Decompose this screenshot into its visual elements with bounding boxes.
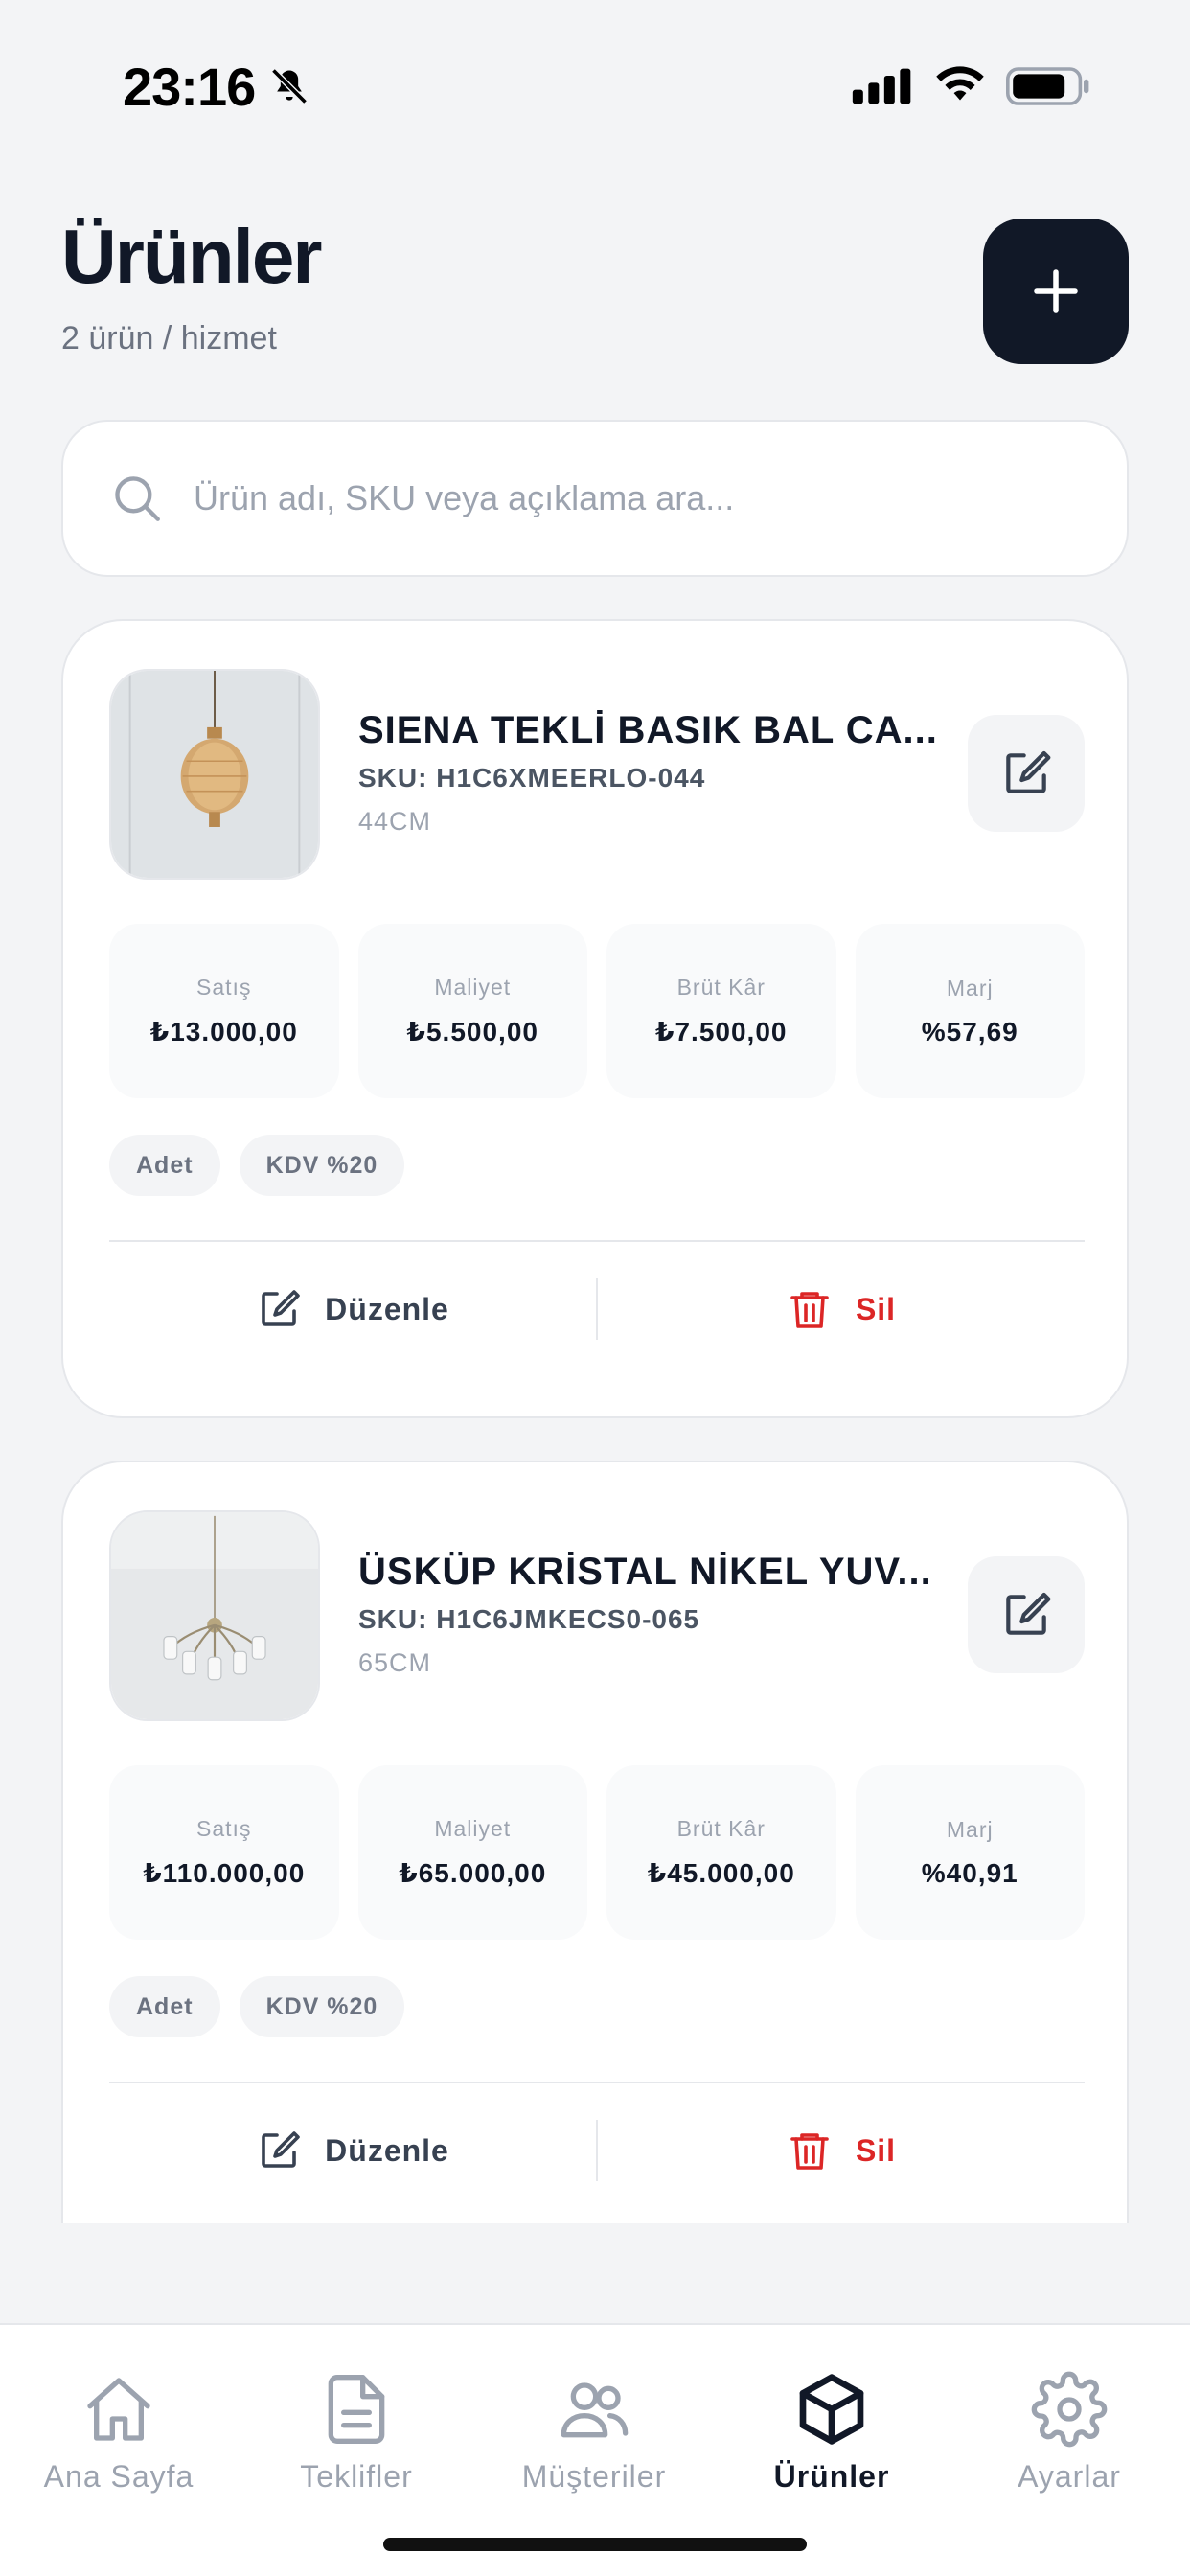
trash-icon xyxy=(790,2133,829,2170)
battery-icon xyxy=(1006,67,1089,105)
tab-home[interactable]: Ana Sayfa xyxy=(0,2371,238,2495)
product-count: 2 ürün / hizmet xyxy=(61,320,277,356)
product-stats: Satış ₺13.000,00 Maliyet ₺5.500,00 Brüt … xyxy=(109,924,1085,1098)
product-description: 44CM xyxy=(358,807,432,836)
edit-icon xyxy=(1006,1592,1051,1635)
tab-label: Ana Sayfa xyxy=(43,2459,195,2494)
tab-label: Ürünler xyxy=(773,2459,890,2494)
plus-icon xyxy=(1034,269,1078,313)
edit-icon xyxy=(1006,750,1051,794)
document-icon xyxy=(328,2375,385,2444)
tab-products[interactable]: Ürünler xyxy=(713,2371,950,2495)
stat-label: Marj xyxy=(946,975,994,1000)
tab-settings[interactable]: Ayarlar xyxy=(950,2371,1188,2495)
stat-gross-profit: Brüt Kâr ₺45.000,00 xyxy=(606,1765,836,1940)
stat-value: ₺45.000,00 xyxy=(647,1858,795,1888)
edit-icon xyxy=(262,2131,300,2168)
product-sku: SKU: H1C6XMEERLO-044 xyxy=(358,763,706,793)
stat-value: ₺5.500,00 xyxy=(406,1017,538,1046)
delete-button-label: Sil xyxy=(855,1291,897,1326)
home-indicator xyxy=(383,2538,807,2551)
product-card: SIENA TEKLİ BASIK BAL CA... SKU: H1C6XME… xyxy=(61,619,1129,1418)
unit-tag: Adet xyxy=(109,1135,220,1196)
stat-label: Maliyet xyxy=(434,1816,512,1841)
stat-margin: Marj %57,69 xyxy=(855,924,1085,1098)
signal-icon xyxy=(852,68,911,104)
product-tags: Adet KDV %20 xyxy=(109,1135,405,1196)
edit-button[interactable]: Düzenle xyxy=(109,1242,596,1376)
product-card: ÜSKÜP KRİSTAL NİKEL YUV... SKU: H1C6JMKE… xyxy=(61,1460,1129,2223)
product-tags: Adet KDV %20 xyxy=(109,1976,405,2037)
stat-sales: Satış ₺110.000,00 xyxy=(109,1765,339,1940)
stat-value: ₺7.500,00 xyxy=(655,1017,788,1046)
delete-button[interactable]: Sil xyxy=(598,2083,1085,2218)
edit-icon xyxy=(262,1290,300,1326)
stat-value: %57,69 xyxy=(921,1016,1018,1046)
page-title: Ürünler xyxy=(61,214,322,299)
delete-button-label: Sil xyxy=(855,2132,897,2168)
unit-tag: Adet xyxy=(109,1976,220,2037)
search-box[interactable] xyxy=(61,420,1129,577)
product-name: SIENA TEKLİ BASIK BAL CA... xyxy=(358,709,938,751)
gear-icon xyxy=(1031,2371,1108,2448)
stat-cost: Maliyet ₺65.000,00 xyxy=(357,1765,587,1940)
status-bar: 23:16 xyxy=(0,0,1190,144)
product-image xyxy=(109,669,320,880)
edit-product-icon-button[interactable] xyxy=(968,1556,1085,1673)
stat-label: Maliyet xyxy=(434,975,512,1000)
page-header: Ürünler 2 ürün / hizmet xyxy=(61,214,322,357)
product-name: ÜSKÜP KRİSTAL NİKEL YUV... xyxy=(358,1551,932,1593)
search-icon xyxy=(115,476,160,521)
tab-quotes[interactable]: Teklifler xyxy=(238,2371,475,2495)
product-description: 65CM xyxy=(358,1648,432,1677)
product-image xyxy=(109,1510,320,1721)
stat-sales: Satış ₺13.000,00 xyxy=(109,924,339,1098)
stat-label: Satış xyxy=(196,975,252,1000)
tab-label: Müşteriler xyxy=(521,2459,667,2494)
delete-button[interactable]: Sil xyxy=(598,1242,1085,1376)
bell-muted-icon xyxy=(271,68,308,104)
card-actions: Düzenle Sil xyxy=(109,2083,1085,2218)
edit-button-label: Düzenle xyxy=(325,1291,449,1326)
stat-gross-profit: Brüt Kâr ₺7.500,00 xyxy=(606,924,836,1098)
stat-value: %40,91 xyxy=(921,1857,1018,1888)
users-icon xyxy=(561,2382,629,2438)
home-icon xyxy=(87,2378,150,2441)
box-icon xyxy=(799,2374,864,2445)
stat-value: ₺110.000,00 xyxy=(143,1858,306,1888)
search-input[interactable] xyxy=(194,478,1075,518)
tab-label: Ayarlar xyxy=(1018,2459,1121,2494)
edit-button-label: Düzenle xyxy=(325,2132,449,2168)
status-time: 23:16 xyxy=(123,57,256,117)
stat-label: Marj xyxy=(946,1816,994,1842)
wifi-icon xyxy=(936,66,984,101)
tab-customers[interactable]: Müşteriler xyxy=(475,2371,713,2495)
vat-tag: KDV %20 xyxy=(239,1976,405,2037)
product-sku: SKU: H1C6JMKECS0-065 xyxy=(358,1604,700,1634)
stat-label: Brüt Kâr xyxy=(676,975,766,1000)
trash-icon xyxy=(790,1292,829,1328)
stat-label: Satış xyxy=(196,1816,252,1841)
stat-value: ₺13.000,00 xyxy=(149,1017,298,1046)
vat-tag: KDV %20 xyxy=(239,1135,405,1196)
card-actions: Düzenle Sil xyxy=(109,1242,1085,1376)
add-product-button[interactable] xyxy=(983,218,1129,364)
tab-label: Teklifler xyxy=(300,2459,413,2494)
stat-margin: Marj %40,91 xyxy=(855,1765,1085,1940)
stat-value: ₺65.000,00 xyxy=(399,1858,547,1888)
edit-button[interactable]: Düzenle xyxy=(109,2083,596,2218)
stat-cost: Maliyet ₺5.500,00 xyxy=(357,924,587,1098)
product-stats: Satış ₺110.000,00 Maliyet ₺65.000,00 Brü… xyxy=(109,1765,1085,1940)
edit-product-icon-button[interactable] xyxy=(968,715,1085,832)
stat-label: Brüt Kâr xyxy=(676,1816,766,1841)
